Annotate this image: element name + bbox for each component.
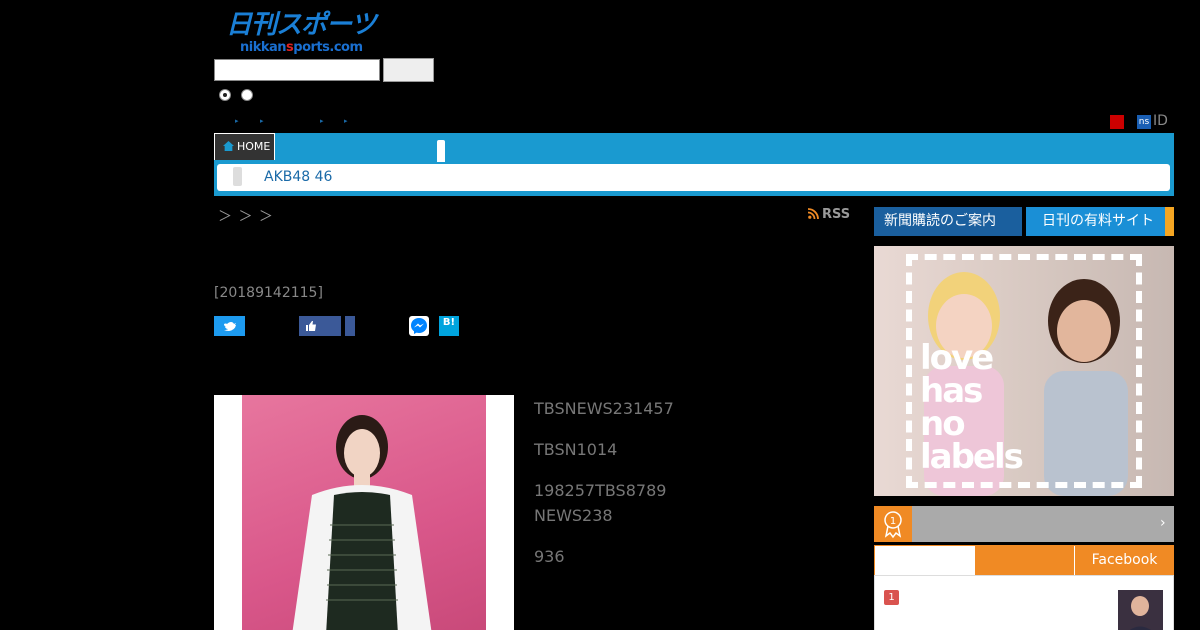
rank-thumbnail-image	[1129, 596, 1151, 630]
article-paragraph: TBSN1014	[534, 440, 618, 459]
svg-text:1: 1	[890, 516, 896, 527]
topic-bar	[217, 164, 1170, 191]
hatena-icon: B!	[442, 317, 456, 328]
tab-facebook[interactable]: Facebook	[1075, 545, 1174, 575]
medal-icon: 1	[884, 511, 902, 539]
ranking-header[interactable]	[874, 506, 1174, 542]
facebook-like-count	[345, 316, 355, 336]
article-date: [20189142115]	[214, 285, 323, 301]
ad-text: love has no labels	[920, 338, 1024, 477]
paid-site-button[interactable]: 日刊の有料サイト	[1026, 207, 1174, 236]
subnav-arrow-icon[interactable]: ▸	[344, 117, 350, 125]
rss-label: RSS	[822, 207, 851, 222]
tab-home-label: HOME	[237, 140, 271, 153]
messenger-share-button[interactable]	[409, 316, 429, 336]
search-scope-radio-web[interactable]	[241, 89, 253, 101]
breadcrumb[interactable]: ＞ ＞ ＞	[218, 206, 274, 226]
facebook-like-button[interactable]	[299, 316, 341, 336]
ranking-badge: 1	[874, 506, 912, 542]
article-paragraph: 198257TBS8789	[534, 481, 667, 500]
article-paragraph: TBSNEWS231457	[534, 399, 674, 418]
tab-ranking-alt[interactable]	[975, 545, 1074, 575]
search-button[interactable]	[383, 58, 434, 82]
rank-thumbnail[interactable]	[1118, 590, 1163, 630]
subscribe-button[interactable]: 新聞購読のご案内	[874, 207, 1022, 236]
search-scope-radio-site[interactable]	[219, 89, 231, 101]
chevron-right-icon[interactable]: ›	[1160, 515, 1166, 531]
ns-badge-icon[interactable]: ns	[1137, 115, 1151, 129]
home-icon	[223, 141, 234, 151]
logo-domain: nikkansports.com	[240, 40, 363, 55]
messenger-icon	[411, 318, 427, 334]
article-paragraph: 936	[534, 547, 565, 566]
topic-marker	[233, 167, 242, 186]
nav-tab-marker[interactable]	[437, 140, 445, 162]
tab-home[interactable]: HOME	[214, 133, 275, 160]
topic-link[interactable]: AKB48 46	[264, 169, 332, 185]
thumbs-up-icon	[306, 321, 316, 331]
article-photo-image	[292, 415, 432, 630]
rss-link[interactable]: RSS	[808, 207, 850, 222]
rss-icon	[808, 208, 819, 219]
twitter-share-button[interactable]	[214, 316, 245, 336]
subnav-arrow-icon[interactable]: ▸	[320, 117, 326, 125]
notification-icon[interactable]	[1110, 115, 1124, 129]
rank-number-badge: 1	[884, 590, 899, 605]
search-input[interactable]	[214, 59, 380, 81]
article-paragraph: NEWS238	[534, 506, 613, 525]
subnav-arrow-icon[interactable]: ▸	[235, 117, 241, 125]
subnav-arrow-icon[interactable]: ▸	[260, 117, 266, 125]
logo-text: 日刊スポーツ	[226, 10, 376, 40]
id-login-link[interactable]: ID	[1153, 113, 1168, 129]
article-photo[interactable]	[242, 395, 486, 630]
twitter-icon	[224, 322, 236, 331]
site-logo[interactable]: 日刊スポーツ nikkansports.com	[226, 10, 382, 56]
hatena-bookmark-button[interactable]: B!	[439, 316, 459, 336]
ad-banner[interactable]: love has no labels	[874, 246, 1174, 496]
